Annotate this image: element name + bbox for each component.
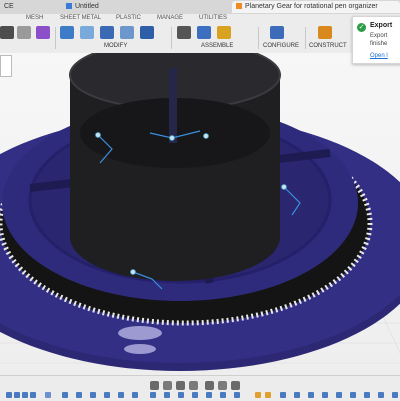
group-label-modify[interactable]: MODIFY: [104, 42, 127, 50]
group-label-construct[interactable]: CONSTRUCT: [309, 42, 347, 50]
timeline-item[interactable]: [280, 392, 286, 398]
timeline-item[interactable]: [22, 392, 28, 398]
3d-viewport[interactable]: [0, 53, 400, 375]
export-notification[interactable]: ✓ Export Export finishe Open l: [352, 16, 400, 64]
grid-icon[interactable]: [218, 381, 227, 390]
workspace-menu: MESH SHEET METAL PLASTIC MANAGE UTILITIE…: [0, 14, 400, 23]
timeline-item[interactable]: [392, 392, 398, 398]
center-axle: [169, 68, 177, 143]
timeline-play-icon[interactable]: [6, 392, 12, 398]
timeline-item[interactable]: [76, 392, 82, 398]
document-icon: [236, 3, 242, 9]
combine-icon[interactable]: [120, 26, 134, 39]
group-label-configure[interactable]: CONFIGURE: [263, 42, 299, 50]
timeline-item[interactable]: [322, 392, 328, 398]
timeline-item[interactable]: [30, 392, 36, 398]
group-label-assemble[interactable]: ASSEMBLE: [201, 42, 233, 50]
open-location-link[interactable]: Open l: [370, 53, 388, 59]
toolbar-separator: [171, 27, 172, 49]
shell-icon[interactable]: [100, 26, 114, 39]
timeline-item[interactable]: [220, 392, 226, 398]
document-icon: [66, 3, 72, 9]
press-pull-icon[interactable]: [60, 26, 74, 39]
pan-icon[interactable]: [163, 381, 172, 390]
timeline-item[interactable]: [234, 392, 240, 398]
timeline-item[interactable]: [132, 392, 138, 398]
menu-utilities[interactable]: UTILITIES: [199, 14, 227, 23]
timeline-item[interactable]: [294, 392, 300, 398]
timeline-item[interactable]: [45, 392, 51, 398]
timeline-item[interactable]: [178, 392, 184, 398]
timeline-item-selected[interactable]: [265, 392, 271, 398]
tab-untitled[interactable]: Untitled: [62, 1, 122, 13]
motion-link-icon[interactable]: [217, 26, 231, 39]
joint-icon[interactable]: [177, 26, 191, 39]
menu-plastic[interactable]: PLASTIC: [116, 14, 141, 23]
fillet-icon[interactable]: [80, 26, 94, 39]
tab-planetary-gear[interactable]: Planetary Gear for rotational pen organi…: [232, 1, 400, 13]
notification-title: Export: [370, 22, 393, 29]
timeline-item[interactable]: [350, 392, 356, 398]
notification-body: Export finishe: [370, 33, 388, 47]
toolbar: MODIFY ASSEMBLE CONFIGURE CONSTRUCT: [0, 23, 400, 54]
success-check-icon: ✓: [357, 23, 366, 32]
timeline-item[interactable]: [104, 392, 110, 398]
timeline-item[interactable]: [364, 392, 370, 398]
orbit-icon[interactable]: [150, 381, 159, 390]
timeline-item[interactable]: [206, 392, 212, 398]
as-built-joint-icon[interactable]: [197, 26, 211, 39]
menu-sheet-metal[interactable]: SHEET METAL: [60, 14, 101, 23]
scale-icon[interactable]: [140, 26, 154, 39]
timeline-item[interactable]: [62, 392, 68, 398]
toolbar-separator: [55, 27, 56, 49]
display-settings-icon[interactable]: [205, 381, 214, 390]
timeline-item[interactable]: [164, 392, 170, 398]
timeline-item[interactable]: [308, 392, 314, 398]
timeline-item[interactable]: [90, 392, 96, 398]
zoom-window-icon[interactable]: [189, 381, 198, 390]
bottom-bar: [0, 375, 400, 401]
timeline-item[interactable]: [336, 392, 342, 398]
create-tool-icon[interactable]: [17, 26, 31, 39]
toolbar-separator: [305, 27, 306, 49]
zoom-icon[interactable]: [176, 381, 185, 390]
timeline-item[interactable]: [14, 392, 20, 398]
document-tab-bar: CE Untitled Planetary Gear for rotationa…: [0, 0, 400, 14]
configure-icon[interactable]: [270, 26, 284, 39]
menu-manage[interactable]: MANAGE: [157, 14, 183, 23]
tab-previous[interactable]: CE: [0, 1, 22, 13]
toolbar-separator: [258, 27, 259, 49]
sketch-tool-icon[interactable]: [0, 26, 14, 39]
view-cube[interactable]: [0, 55, 12, 77]
timeline-item[interactable]: [118, 392, 124, 398]
pen-cup-bottom: [70, 193, 280, 281]
menu-mesh[interactable]: MESH: [26, 14, 43, 23]
form-tool-icon[interactable]: [36, 26, 50, 39]
timeline-item[interactable]: [378, 392, 384, 398]
timeline-item-selected[interactable]: [255, 392, 261, 398]
viewports-icon[interactable]: [231, 381, 240, 390]
construct-plane-icon[interactable]: [318, 26, 332, 39]
model-canvas[interactable]: [0, 53, 400, 375]
timeline-item[interactable]: [192, 392, 198, 398]
timeline-item[interactable]: [150, 392, 156, 398]
